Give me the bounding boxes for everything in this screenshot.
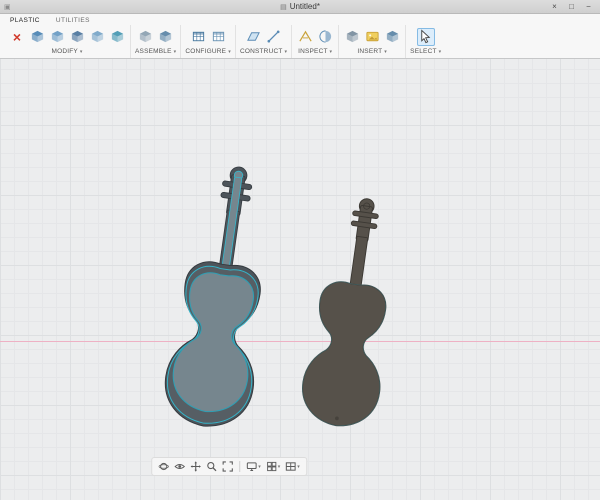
chevron-down-icon: ▾ (228, 49, 231, 55)
display-settings-icon[interactable]: ▾ (245, 460, 262, 473)
offset-plane-icon[interactable] (245, 28, 263, 46)
group-label-construct[interactable]: CONSTRUCT ▾ (240, 47, 287, 57)
tool-row: × MODIFY ▾ ASSEMBLE ▾ CONFIGURE ▾ CONSTR… (0, 25, 600, 58)
decal-icon[interactable] (363, 28, 381, 46)
configure-icon[interactable] (189, 28, 207, 46)
group-label-assemble[interactable]: ASSEMBLE ▾ (135, 47, 176, 57)
group-label-select[interactable]: SELECT ▾ (410, 47, 441, 57)
chevron-down-icon: ▾ (329, 49, 333, 55)
group-assemble: ASSEMBLE ▾ (130, 25, 180, 58)
tab-utilities[interactable]: UTILITIES (56, 17, 90, 24)
shell-icon[interactable] (68, 28, 86, 46)
group-insert: INSERT ▾ (338, 25, 405, 58)
chevron-down-icon: ▾ (384, 49, 387, 55)
fillet-icon[interactable] (48, 28, 66, 46)
group-configure: CONFIGURE ▾ (180, 25, 235, 58)
titlebar: ▣ ▤ Untitled* × □ − (0, 0, 600, 14)
split-body-icon[interactable] (108, 28, 126, 46)
close-button[interactable]: × (547, 1, 562, 13)
tab-plastic[interactable]: PLASTIC (10, 17, 40, 24)
group-label-modify[interactable]: MODIFY ▾ (8, 47, 126, 57)
insert-derive-icon[interactable] (343, 28, 361, 46)
new-component-icon[interactable] (137, 28, 155, 46)
chevron-down-icon: ▾ (277, 463, 281, 470)
chevron-down-icon: ▾ (297, 463, 300, 470)
chevron-down-icon: ▾ (284, 49, 288, 55)
navbar-divider (239, 461, 241, 472)
section-analysis-icon[interactable] (316, 28, 334, 46)
delete-icon[interactable]: × (8, 28, 26, 46)
select-cursor-icon[interactable] (416, 27, 435, 46)
violin-top-plate[interactable] (297, 193, 406, 432)
group-inspect: INSPECT ▾ (291, 25, 338, 58)
view-navigation-bar: ▾ ▾ ▾ (151, 457, 307, 476)
workspace-tabs: PLASTIC UTILITIES (0, 14, 600, 25)
chevron-down-icon: ▾ (79, 49, 83, 55)
measure-icon[interactable] (296, 28, 314, 46)
minimize-button[interactable]: − (581, 1, 596, 13)
model-viewport[interactable]: ▾ ▾ ▾ (0, 55, 600, 500)
group-modify: × MODIFY ▾ (4, 25, 130, 58)
joint-icon[interactable] (157, 28, 175, 46)
violin-case-shell[interactable] (159, 161, 284, 433)
construct-axis-icon[interactable] (265, 28, 283, 46)
model-canvas (159, 161, 406, 433)
maximize-button[interactable]: □ (564, 1, 579, 13)
group-label-insert[interactable]: INSERT ▾ (343, 47, 401, 57)
grid-settings-icon[interactable]: ▾ (265, 460, 282, 473)
window-title: Untitled* (289, 2, 320, 11)
combine-icon[interactable] (88, 28, 106, 46)
group-construct: CONSTRUCT ▾ (234, 25, 291, 58)
press-pull-icon[interactable] (28, 28, 46, 46)
zoom-icon[interactable] (205, 460, 218, 473)
fit-icon[interactable] (221, 460, 234, 473)
configuration-table-icon[interactable] (209, 28, 227, 46)
app-icon: ▣ (4, 3, 11, 11)
group-label-inspect[interactable]: INSPECT ▾ (296, 47, 334, 57)
group-label-configure[interactable]: CONFIGURE ▾ (185, 47, 231, 57)
insert-mesh-icon[interactable] (383, 28, 401, 46)
ribbon-toolbar: PLASTIC UTILITIES × MODIFY ▾ ASSEMBLE ▾ (0, 14, 600, 59)
chevron-down-icon: ▾ (258, 463, 261, 470)
orbit-icon[interactable] (157, 460, 170, 473)
pan-icon[interactable] (189, 460, 202, 473)
chevron-down-icon: ▾ (173, 49, 177, 55)
document-icon: ▤ (280, 4, 287, 11)
group-select: SELECT ▾ (405, 25, 445, 58)
viewports-icon[interactable]: ▾ (284, 460, 301, 473)
look-at-icon[interactable] (173, 460, 186, 473)
chevron-down-icon: ▾ (438, 49, 442, 55)
window-title-wrap: ▤ Untitled* (0, 2, 600, 11)
